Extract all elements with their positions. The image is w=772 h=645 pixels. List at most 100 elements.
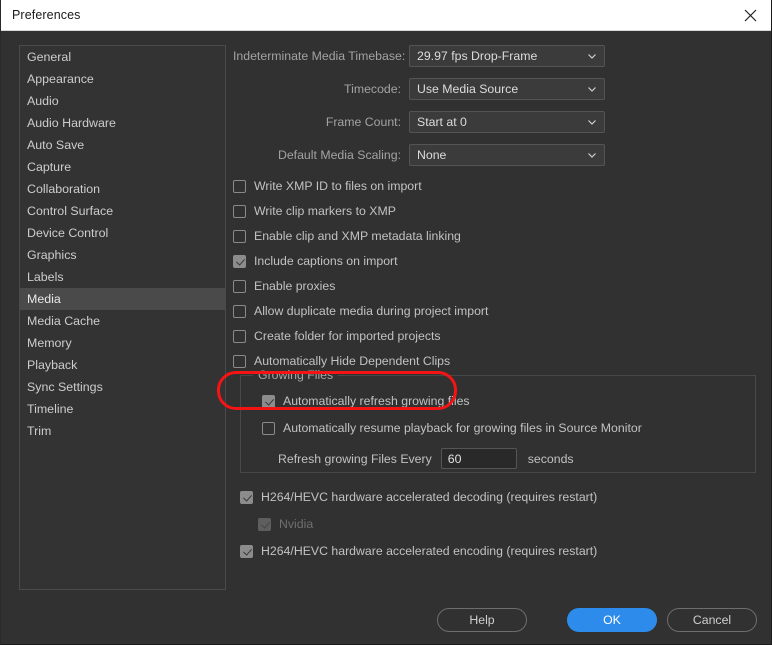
checkbox-box[interactable] (233, 279, 246, 293)
sidebar-item-timeline[interactable]: Timeline (20, 398, 225, 420)
sidebar-item-label: Sync Settings (27, 380, 103, 394)
sidebar-item-label: Capture (27, 160, 72, 174)
sidebar-item-label: Control Surface (27, 204, 114, 218)
checkbox-label: Include captions on import (254, 254, 398, 268)
sidebar-item-labels[interactable]: Labels (20, 266, 225, 288)
sidebar-item-label: Audio (27, 94, 59, 108)
sidebar-item-auto-save[interactable]: Auto Save (20, 134, 225, 156)
checkbox-box[interactable] (262, 394, 275, 408)
checkbox-auto-refresh-growing-files[interactable]: Automatically refresh growing files (262, 392, 755, 410)
sidebar-item-audio[interactable]: Audio (20, 90, 225, 112)
sidebar-item-audio-hardware[interactable]: Audio Hardware (20, 112, 225, 134)
sidebar-item-collaboration[interactable]: Collaboration (20, 178, 225, 200)
dropdown-label: Indeterminate Media Timebase: (233, 49, 406, 63)
checkbox-box[interactable] (233, 329, 246, 343)
dropdown-indeterminate-media-timebase[interactable]: 29.97 fps Drop-Frame (409, 45, 605, 67)
sidebar-item-label: Memory (27, 336, 72, 350)
sidebar-item-media-cache[interactable]: Media Cache (20, 310, 225, 332)
checkbox-label: Automatically refresh growing files (283, 394, 470, 408)
sidebar-item-appearance[interactable]: Appearance (20, 68, 225, 90)
sidebar-item-playback[interactable]: Playback (20, 354, 225, 376)
checkbox-label: Enable proxies (254, 279, 336, 293)
sidebar-item-label: Trim (27, 424, 52, 438)
checkbox-box (258, 517, 271, 531)
sidebar-item-general[interactable]: General (20, 46, 225, 68)
chevron-down-icon (588, 153, 596, 158)
ok-button[interactable]: OK (567, 608, 657, 632)
title-bar: Preferences (1, 0, 771, 31)
sidebar-item-device-control[interactable]: Device Control (20, 222, 225, 244)
checkbox-box[interactable] (233, 354, 246, 368)
help-button[interactable]: Help (437, 608, 527, 632)
dropdown-row: Indeterminate Media Timebase: 29.97 fps D… (233, 45, 758, 67)
checkbox-box[interactable] (233, 254, 246, 268)
sidebar-item-label: Playback (27, 358, 78, 372)
checkbox-box[interactable] (240, 544, 253, 558)
cancel-button[interactable]: Cancel (667, 608, 757, 632)
sidebar-item-control-surface[interactable]: Control Surface (20, 200, 225, 222)
sidebar-item-label: Auto Save (27, 138, 85, 152)
sidebar-item-label: Media Cache (27, 314, 101, 328)
close-icon (744, 9, 756, 21)
dropdown-row: Frame Count: Start at 0 (233, 111, 758, 133)
chevron-down-icon (588, 54, 596, 59)
dropdown-label: Default Media Scaling: (277, 148, 401, 162)
checkbox-auto-resume-playback[interactable]: Automatically resume playback for growin… (262, 419, 755, 437)
refresh-interval-label: Refresh growing Files Every (278, 451, 432, 466)
dropdown-value: 29.97 fps Drop-Frame (417, 49, 538, 63)
checkbox-enable-clip-and-xmp-metadata-linking[interactable]: Enable clip and XMP metadata linking (233, 227, 758, 245)
dropdown-label: Timecode: (344, 82, 401, 96)
growing-files-content: Automatically refresh growing files Auto… (241, 376, 755, 469)
sidebar-item-label: Timeline (27, 402, 74, 416)
sidebar-item-media[interactable]: Media (20, 288, 225, 310)
checkbox-h264-hevc-hardware-accelerated-encoding-requires-restart[interactable]: H264/HEVC hardware accelerated encoding … (240, 542, 756, 560)
checkbox-write-xmp-id-to-files-on-import[interactable]: Write XMP ID to files on import (233, 177, 758, 195)
checkbox-box[interactable] (262, 421, 275, 435)
dropdown-frame-count[interactable]: Start at 0 (409, 111, 605, 133)
window-title: Preferences (12, 8, 81, 22)
sidebar-item-label: General (27, 50, 72, 64)
checkbox-label: Nvidia (279, 517, 314, 531)
sidebar-item-label: Graphics (27, 248, 77, 262)
preferences-dialog: Preferences General Appearance Audio Audio … (0, 0, 772, 645)
checkbox-label: Write clip markers to XMP (254, 204, 396, 218)
category-list[interactable]: General Appearance Audio Audio Hardware Auto… (19, 45, 226, 590)
growing-files-legend: Growing Files (253, 368, 339, 382)
dropdown-section: Indeterminate Media Timebase: 29.97 fps D… (233, 45, 758, 166)
checkbox-box[interactable] (233, 304, 246, 318)
dropdown-label: Frame Count: (325, 115, 401, 129)
dropdown-row: Timecode: Use Media Source (233, 78, 758, 100)
checkbox-include-captions-on-import[interactable]: Include captions on import (233, 252, 758, 270)
close-button[interactable] (727, 0, 771, 30)
refresh-interval-row: Refresh growing Files Every seconds (278, 448, 755, 469)
checkbox-label: Enable clip and XMP metadata linking (254, 229, 461, 243)
dropdown-timecode[interactable]: Use Media Source (409, 78, 605, 100)
sidebar-item-label: Device Control (27, 226, 109, 240)
sidebar-item-graphics[interactable]: Graphics (20, 244, 225, 266)
dropdown-default-media-scaling[interactable]: None (409, 144, 605, 166)
checkbox-enable-proxies[interactable]: Enable proxies (233, 277, 758, 295)
chevron-down-icon (588, 120, 596, 125)
checkbox-label: Automatically Hide Dependent Clips (254, 354, 451, 368)
checkbox-allow-duplicate-media-during-project-import[interactable]: Allow duplicate media during project imp… (233, 302, 758, 320)
checkbox-section: Write XMP ID to files on import Write cli… (233, 177, 758, 370)
checkbox-write-clip-markers-to-xmp[interactable]: Write clip markers to XMP (233, 202, 758, 220)
sidebar-item-label: Audio Hardware (27, 116, 116, 130)
checkbox-label: H264/HEVC hardware accelerated decoding … (261, 490, 598, 504)
checkbox-box[interactable] (233, 229, 246, 243)
checkbox-box[interactable] (233, 179, 246, 193)
sidebar-item-label: Media (27, 292, 61, 306)
checkbox-box[interactable] (240, 490, 253, 504)
sidebar-item-label: Collaboration (27, 182, 101, 196)
checkbox-box[interactable] (233, 204, 246, 218)
sidebar-item-capture[interactable]: Capture (20, 156, 225, 178)
sidebar-item-memory[interactable]: Memory (20, 332, 225, 354)
sidebar-item-trim[interactable]: Trim (20, 420, 225, 442)
growing-files-group: Growing Files Automatically refresh grow… (240, 368, 756, 473)
sidebar-item-sync-settings[interactable]: Sync Settings (20, 376, 225, 398)
checkbox-h264-hevc-hardware-accelerated-decoding-requires-restart[interactable]: H264/HEVC hardware accelerated decoding … (240, 488, 756, 506)
checkbox-create-folder-for-imported-projects[interactable]: Create folder for imported projects (233, 327, 758, 345)
hardware-acceleration-section: H264/HEVC hardware accelerated decoding … (240, 488, 756, 569)
refresh-interval-input[interactable] (440, 448, 517, 469)
seconds-unit-label: seconds (527, 451, 574, 466)
